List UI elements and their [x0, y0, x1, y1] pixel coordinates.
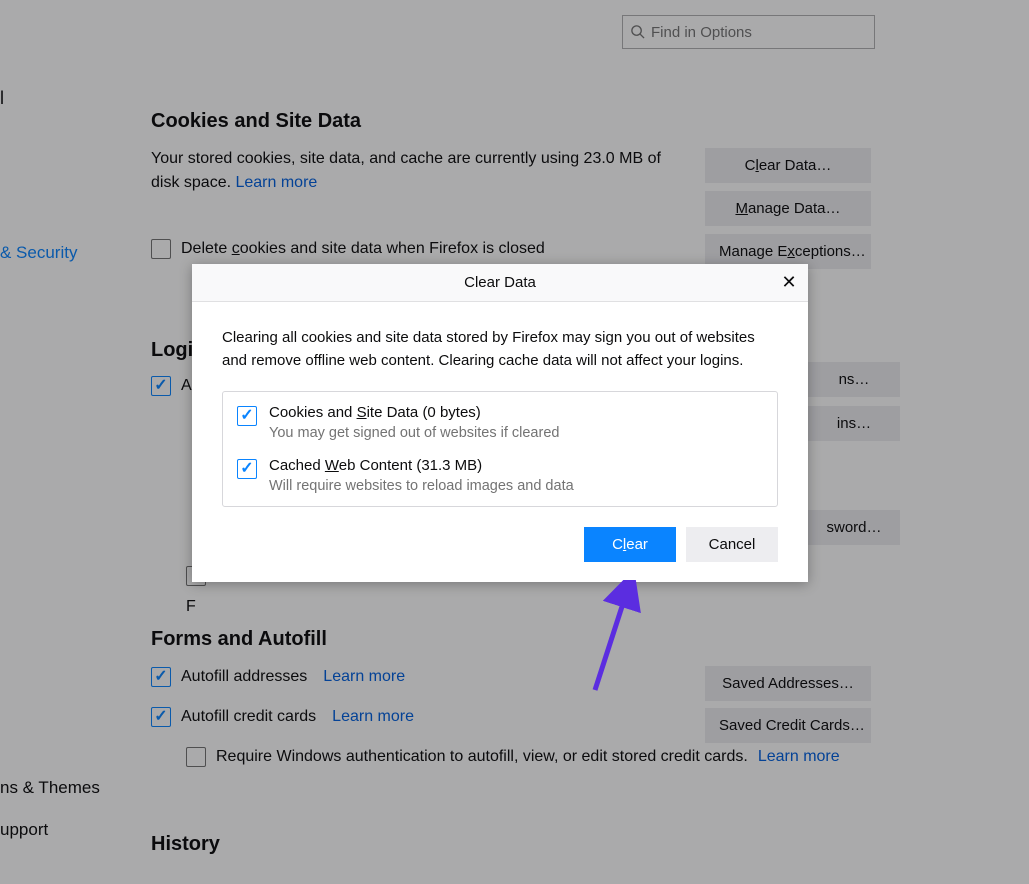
clear-data-dialog: Clear Data ✕ Clearing all cookies and si… — [192, 264, 808, 582]
dialog-footer: Clear Cancel — [222, 527, 778, 562]
option-cache-text: Cached Web Content (31.3 MB) Will requir… — [269, 457, 574, 494]
cancel-button[interactable]: Cancel — [686, 527, 778, 562]
dialog-title: Clear Data — [464, 274, 536, 291]
option-cookies-title: Cookies and Site Data (0 bytes) — [269, 404, 559, 421]
option-cookies-site-data: Cookies and Site Data (0 bytes) You may … — [223, 392, 777, 453]
clear-button[interactable]: Clear — [584, 527, 676, 562]
dialog-description: Clearing all cookies and site data store… — [222, 326, 778, 373]
option-cookies-text: Cookies and Site Data (0 bytes) You may … — [269, 404, 559, 441]
dialog-options: Cookies and Site Data (0 bytes) You may … — [222, 391, 778, 507]
option-cache-title: Cached Web Content (31.3 MB) — [269, 457, 574, 474]
option-cookies-checkbox[interactable] — [237, 406, 257, 426]
close-icon[interactable]: ✕ — [774, 267, 804, 297]
option-cache-subtitle: Will require websites to reload images a… — [269, 478, 574, 494]
option-cookies-subtitle: You may get signed out of websites if cl… — [269, 425, 559, 441]
option-cache-checkbox[interactable] — [237, 459, 257, 479]
options-page: l & Security ns & Themes upport Cookies … — [0, 0, 1029, 884]
option-cached-web-content: Cached Web Content (31.3 MB) Will requir… — [223, 453, 777, 506]
dialog-body: Clearing all cookies and site data store… — [192, 302, 808, 582]
dialog-titlebar: Clear Data ✕ — [192, 264, 808, 302]
